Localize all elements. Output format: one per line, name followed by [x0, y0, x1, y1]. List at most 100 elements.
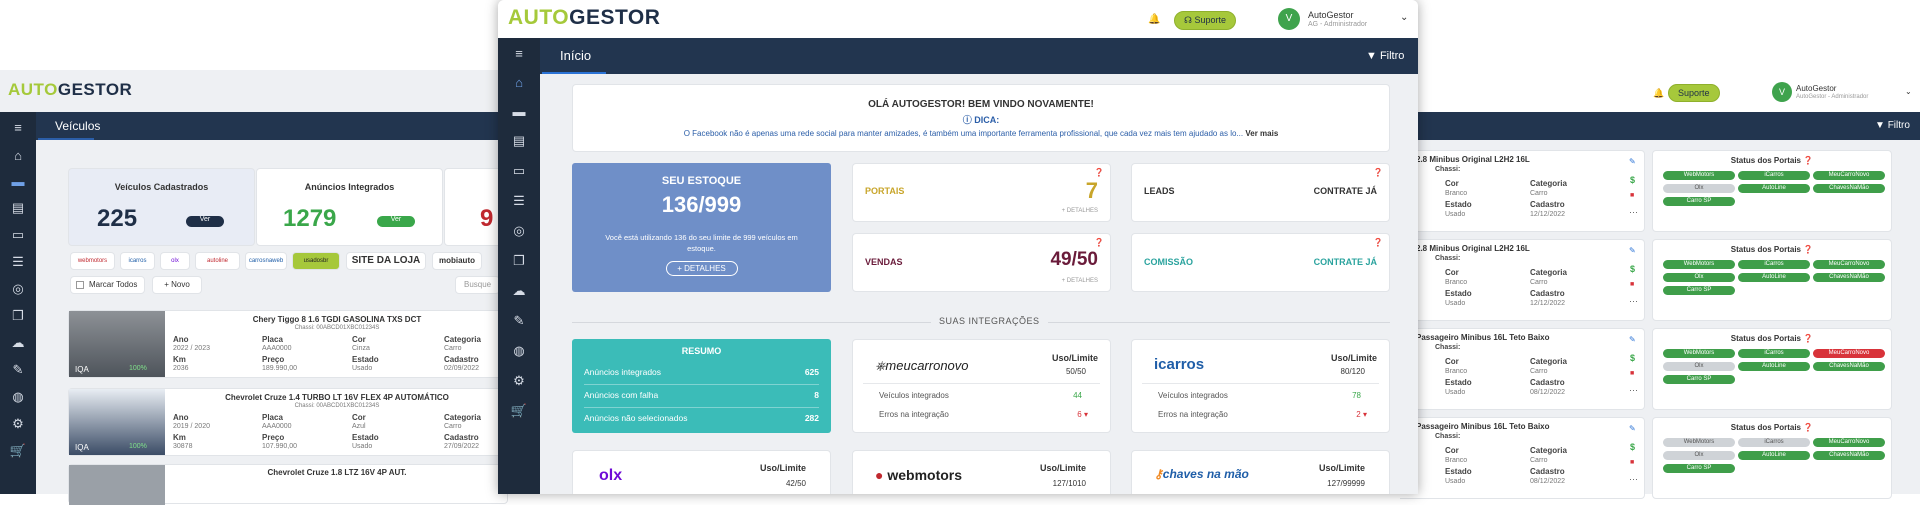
vehicle-row[interactable]: IQA 100% Chevrolet Cruze 1.4 TURBO LT 16…: [68, 388, 508, 456]
vehicle-row[interactable]: 2.8 Minibus Original L2H2 16L Chassi: Cor B…: [1400, 239, 1645, 321]
portal-status-tag[interactable]: WebMotors: [1663, 260, 1735, 269]
search-input[interactable]: Busque: [455, 276, 500, 294]
dollar-icon[interactable]: $: [1630, 264, 1635, 274]
document-icon[interactable]: ▤: [498, 133, 540, 149]
portal-status-tag[interactable]: MeuCarroNovo: [1813, 349, 1885, 358]
trash-icon[interactable]: ■: [1630, 370, 1634, 377]
more-icon[interactable]: ···: [1629, 474, 1638, 484]
list-icon[interactable]: ☰: [0, 254, 36, 270]
portal-status-tag[interactable]: Olx: [1663, 273, 1735, 282]
erros-dropdown[interactable]: 6 ▾: [1077, 410, 1088, 419]
detalhes-link[interactable]: + DETALHES: [1062, 278, 1098, 284]
portal-status-tag[interactable]: Olx: [1663, 451, 1735, 460]
dollar-icon[interactable]: $: [1630, 353, 1635, 363]
money-icon[interactable]: ▭: [0, 227, 36, 243]
portal-status-tag[interactable]: Carro SP: [1663, 375, 1735, 384]
comissao-card[interactable]: ❓ COMISSÃO CONTRATE JÁ: [1131, 233, 1390, 292]
portal-status-tag[interactable]: MeuCarroNovo: [1813, 260, 1885, 269]
list-icon[interactable]: ☰: [498, 193, 540, 209]
portal-status-tag[interactable]: AutoLine: [1738, 362, 1810, 371]
portal-status-tag[interactable]: Carro SP: [1663, 197, 1735, 206]
vehicle-row[interactable]: IQA 100% Chery Tiggo 8 1.6 TGDI GASOLINA…: [68, 310, 508, 378]
handshake-icon[interactable]: ◎: [498, 223, 540, 239]
leads-card[interactable]: ❓ LEADS CONTRATE JÁ: [1131, 163, 1390, 222]
portal-status-tag[interactable]: WebMotors: [1663, 171, 1735, 180]
cart-icon[interactable]: 🛒: [498, 403, 540, 419]
portais-card[interactable]: ❓ PORTAIS 7 + DETALHES: [852, 163, 1111, 222]
detalhes-link[interactable]: + DETALHES: [1062, 208, 1098, 214]
vehicle-row[interactable]: Chevrolet Cruze 1.8 LTZ 16V 4P AUT.: [68, 464, 508, 505]
portal-status-tag[interactable]: WebMotors: [1663, 438, 1735, 447]
portal-card-webmotors[interactable]: ● webmotors Uso/Limite 127/1010: [852, 450, 1111, 494]
detalhes-button[interactable]: + DETALHES: [665, 261, 738, 276]
cloud-icon[interactable]: ☁: [498, 283, 540, 299]
portal-status-tag[interactable]: Carro SP: [1663, 464, 1735, 473]
marcar-todos[interactable]: Marcar Todos: [70, 276, 145, 294]
edit-icon[interactable]: ✎: [1629, 335, 1636, 344]
ver-veiculos-button[interactable]: Ver: [186, 216, 224, 227]
globe-icon[interactable]: ◍: [498, 343, 540, 359]
portal-status-tag[interactable]: Olx: [1663, 184, 1735, 193]
checkbox[interactable]: [76, 281, 84, 289]
home-icon[interactable]: ⌂: [0, 148, 36, 163]
bell-icon[interactable]: 🔔: [1653, 88, 1664, 99]
dollar-icon[interactable]: $: [1630, 442, 1635, 452]
novo-button[interactable]: + Novo: [152, 276, 202, 294]
portal-status-tag[interactable]: Olx: [1663, 362, 1735, 371]
bell-icon[interactable]: 🔔: [1148, 14, 1160, 25]
portal-status-tag[interactable]: ChavesNaMão: [1813, 184, 1885, 193]
edit-icon[interactable]: ✎: [1629, 157, 1636, 166]
portal-logo-olx[interactable]: olx: [160, 252, 190, 270]
site-da-loja[interactable]: SITE DA LOJA: [346, 252, 426, 270]
portal-logo-mobiauto[interactable]: mobiauto: [432, 252, 482, 270]
portal-card-chavesnamao[interactable]: ⚷chaves na mão Uso/Limite 127/99999: [1131, 450, 1390, 494]
car-icon[interactable]: ▬: [498, 104, 540, 119]
globe-icon[interactable]: ◍: [0, 389, 36, 405]
contrate-comissao[interactable]: CONTRATE JÁ: [1314, 257, 1377, 267]
vehicle-row[interactable]: Passageiro Minibus 16L Teto Baixo Chassi:…: [1400, 328, 1645, 410]
portal-logo-usadosbr[interactable]: usadosbr: [292, 252, 340, 270]
avatar[interactable]: V: [1278, 8, 1300, 30]
suporte-button[interactable]: Suporte: [1668, 84, 1720, 102]
portal-status-tag[interactable]: MeuCarroNovo: [1813, 438, 1885, 447]
portal-status-tag[interactable]: iCarros: [1738, 349, 1810, 358]
ver-mais-link[interactable]: Ver mais: [1245, 129, 1278, 138]
portal-card-olx[interactable]: olx Uso/Limite 42/50: [572, 450, 831, 494]
filter-button[interactable]: ▼ Filtro: [1875, 120, 1910, 131]
portal-card-icarros[interactable]: icarros Uso/Limite 80/120 Veículos integ…: [1131, 339, 1390, 433]
handshake-icon[interactable]: ◎: [0, 281, 36, 297]
trash-icon[interactable]: ■: [1630, 192, 1634, 199]
car-icon[interactable]: ▬: [0, 174, 36, 189]
portal-status-tag[interactable]: AutoLine: [1738, 273, 1810, 282]
more-icon[interactable]: ···: [1629, 296, 1638, 306]
portal-status-tag[interactable]: AutoLine: [1738, 451, 1810, 460]
cart-icon[interactable]: 🛒: [0, 443, 36, 459]
portal-status-tag[interactable]: ChavesNaMão: [1813, 273, 1885, 282]
portal-status-tag[interactable]: ChavesNaMão: [1813, 451, 1885, 460]
menu-icon[interactable]: ≡: [0, 120, 36, 135]
portal-logo-webmotors[interactable]: webmotors: [70, 252, 115, 270]
home-icon[interactable]: ⌂: [498, 75, 540, 90]
suporte-button[interactable]: ☊ Suporte: [1174, 11, 1237, 30]
edit-icon[interactable]: ✎: [498, 313, 540, 329]
erros-dropdown[interactable]: 2 ▾: [1356, 410, 1367, 419]
more-icon[interactable]: ···: [1629, 385, 1638, 395]
chevron-down-icon[interactable]: ⌄: [1905, 87, 1912, 96]
trash-icon[interactable]: ■: [1630, 281, 1634, 288]
contrate-leads[interactable]: CONTRATE JÁ: [1314, 186, 1377, 196]
gear-icon[interactable]: ⚙: [0, 416, 36, 432]
chevron-down-icon[interactable]: ⌄: [1400, 12, 1408, 23]
copy-icon[interactable]: ❐: [0, 308, 36, 324]
money-icon[interactable]: ▭: [498, 163, 540, 179]
portal-logo-autoline[interactable]: autoline: [195, 252, 240, 270]
portal-status-tag[interactable]: MeuCarroNovo: [1813, 171, 1885, 180]
document-icon[interactable]: ▤: [0, 200, 36, 216]
gear-icon[interactable]: ⚙: [498, 373, 540, 389]
dollar-icon[interactable]: $: [1630, 175, 1635, 185]
edit-icon[interactable]: ✎: [1629, 424, 1636, 433]
cloud-icon[interactable]: ☁: [0, 335, 36, 351]
portal-status-tag[interactable]: ChavesNaMão: [1813, 362, 1885, 371]
trash-icon[interactable]: ■: [1630, 459, 1634, 466]
portal-status-tag[interactable]: AutoLine: [1738, 184, 1810, 193]
vehicle-row[interactable]: Passageiro Minibus 16L Teto Baixo Chassi:…: [1400, 417, 1645, 499]
